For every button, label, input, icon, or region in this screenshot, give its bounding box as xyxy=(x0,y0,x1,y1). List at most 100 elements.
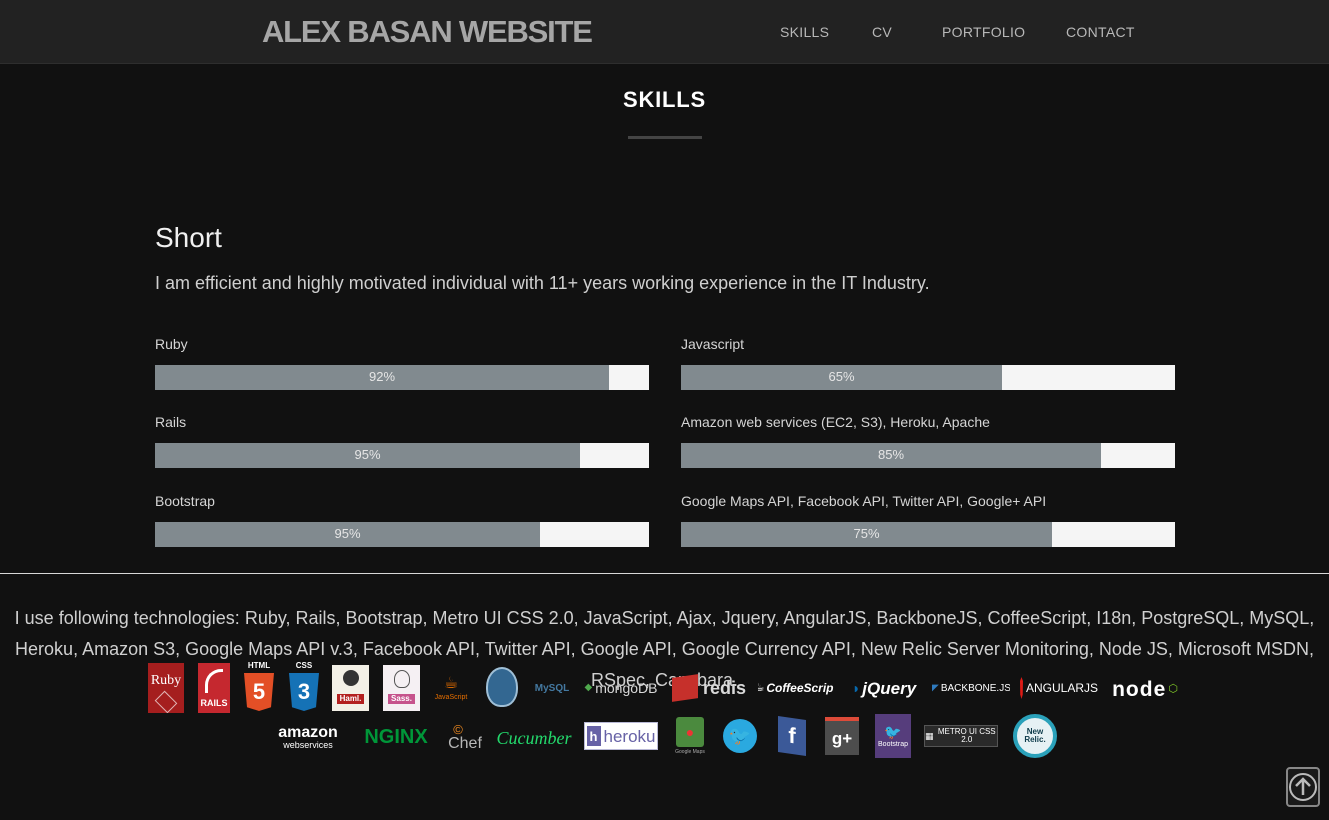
coffee-cup-icon: ☕ xyxy=(758,681,765,694)
coffeescript-logo: ☕ CoffeeScript xyxy=(758,678,834,698)
skill-percent-text: 95% xyxy=(334,526,361,541)
skill-progress-bar: 95% xyxy=(155,443,649,468)
mysql-logo-text: MySQL xyxy=(534,683,570,694)
skill-progress-bar: 65% xyxy=(681,365,1175,390)
twitter-logo: 🐦 xyxy=(722,716,758,756)
heroku-h-icon: h xyxy=(586,726,601,746)
section-title: SKILLS xyxy=(622,87,707,112)
haml-logo-text: Haml. xyxy=(336,694,365,704)
sass-figure-icon xyxy=(393,670,410,688)
heroku-logo-text: heroku xyxy=(603,726,656,746)
skill-percent-text: 85% xyxy=(877,447,905,462)
mongodb-logo-text: mongoDB xyxy=(595,680,658,696)
skill-percent-text: 75% xyxy=(853,526,880,541)
html5-logo: HTML 5 xyxy=(243,662,275,712)
bootstrap-logo-text: Bootstrap xyxy=(878,740,908,748)
javascript-logo: ☕ JavaScript xyxy=(433,668,469,708)
sass-logo-text: Sass. xyxy=(388,694,415,704)
haml-figure-icon xyxy=(342,670,359,686)
rails-logo: RAILS xyxy=(198,663,230,713)
nav-contact[interactable]: CONTACT xyxy=(1066,24,1135,40)
html5-shield-icon: 5 xyxy=(244,673,274,711)
chef-logo: © Chef xyxy=(444,718,486,756)
haml-logo: Haml. xyxy=(332,665,369,711)
bootstrap-bird-icon: 🐦 xyxy=(884,723,902,740)
javascript-logo-text: JavaScript xyxy=(434,693,468,701)
amazon-logo-text: amazon xyxy=(278,723,338,741)
skill-percent-text: 92% xyxy=(368,369,396,384)
navbar: ALEX BASAN WEBSITE SKILLS CV PORTFOLIO C… xyxy=(0,0,1329,64)
postgresql-logo xyxy=(483,664,521,710)
css3-logo-text: CSS xyxy=(295,662,313,670)
skill-percent-text: 95% xyxy=(354,447,381,462)
map-pin-icon: ● xyxy=(676,717,704,747)
google-maps-logo: ● Google Maps xyxy=(674,714,706,758)
google-maps-logo-text: Google Maps xyxy=(675,749,705,755)
new-relic-logo-text: New Relic. xyxy=(1013,714,1057,758)
google-plus-logo: g+ xyxy=(825,716,859,756)
java-cup-icon: ☕ xyxy=(443,674,459,692)
nav-portfolio[interactable]: PORTFOLIO xyxy=(942,24,1025,40)
sass-logo: Sass. xyxy=(383,665,420,711)
ruby-logo-text: Ruby xyxy=(150,673,182,688)
jquery-logo-text: jQuery xyxy=(862,678,917,698)
rails-track-icon xyxy=(205,669,223,693)
short-heading: Short xyxy=(155,222,222,253)
new-relic-logo: New Relic. xyxy=(1012,713,1058,759)
brand-link[interactable]: ALEX BASAN WEBSITE xyxy=(262,14,593,50)
elephant-icon xyxy=(486,667,518,707)
bootstrap-logo: 🐦 Bootstrap xyxy=(875,714,911,758)
cucumber-logo-text: Cucumber xyxy=(496,728,572,748)
facebook-logo: f xyxy=(776,716,808,756)
redis-logo-text: redis xyxy=(702,678,747,698)
backbone-icon: ◤ xyxy=(932,683,939,694)
skill-percent-text: 65% xyxy=(828,369,855,384)
skill-progress-bar: 75% xyxy=(681,522,1175,547)
angularjs-logo: ANGULARJS xyxy=(1020,676,1098,700)
backbone-logo: ◤ BACKBONE.JS xyxy=(932,680,1010,698)
facebook-f-icon: f xyxy=(778,716,806,756)
nodejs-hex-icon: ⬡ xyxy=(1168,682,1178,695)
ruby-logo: Ruby xyxy=(148,663,184,713)
angular-shield-icon xyxy=(1020,677,1023,699)
amazon-aws-logo: amazon webservices xyxy=(270,718,346,756)
skill-label: Google Maps API, Facebook API, Twitter A… xyxy=(681,493,1047,509)
metro-logo-text: METRO UI CSS 2.0 xyxy=(937,727,996,744)
mongodb-logo: ◆ mongoDB xyxy=(583,676,659,700)
nodejs-logo: node ⬡ xyxy=(1107,676,1183,702)
nodejs-logo-text: node xyxy=(1112,677,1167,701)
metro-ui-logo: ▦ METRO UI CSS 2.0 xyxy=(924,725,998,747)
coffeescript-logo-text: CoffeeScript xyxy=(766,681,834,695)
chef-c-icon: © xyxy=(453,721,463,737)
jquery-swoosh-icon: ◗ xyxy=(851,680,861,696)
google-plus-icon: g+ xyxy=(825,717,859,755)
skill-progress-bar: 92% xyxy=(155,365,649,390)
short-description: I am efficient and highly motivated indi… xyxy=(155,273,930,293)
nginx-logo-text: NGINX xyxy=(364,726,428,748)
title-divider xyxy=(628,136,702,139)
skill-progress-bar: 85% xyxy=(681,443,1175,468)
twitter-bird-icon: 🐦 xyxy=(723,719,757,753)
css3-logo: CSS 3 xyxy=(288,662,320,712)
nav-skills[interactable]: SKILLS xyxy=(780,24,829,40)
skill-label: Javascript xyxy=(681,336,745,352)
chef-logo-text: Chef xyxy=(448,734,482,752)
html5-logo-text: HTML xyxy=(247,662,271,670)
cucumber-logo: Cucumber xyxy=(496,722,572,754)
nav-cv[interactable]: CV xyxy=(872,24,892,40)
arrow-up-circle-icon xyxy=(1289,773,1317,801)
skill-label: Ruby xyxy=(155,336,188,352)
ruby-gem-icon xyxy=(154,690,178,713)
backbone-logo-text: BACKBONE.JS xyxy=(940,683,1010,694)
scroll-to-top-button[interactable] xyxy=(1286,767,1320,807)
redis-logo: redis xyxy=(671,673,747,703)
aws-logo-text: webservices xyxy=(283,739,333,750)
skill-label: Bootstrap xyxy=(155,493,215,509)
jquery-logo: ◗ jQuery xyxy=(846,675,922,701)
skill-label: Rails xyxy=(155,414,187,430)
mongodb-leaf-icon: ◆ xyxy=(584,682,593,693)
mysql-logo: MySQL xyxy=(533,676,571,702)
footer-divider xyxy=(0,573,1329,574)
skill-label: Amazon web services (EC2, S3), Heroku, A… xyxy=(681,414,990,430)
metro-tiles-icon: ▦ xyxy=(925,730,934,741)
